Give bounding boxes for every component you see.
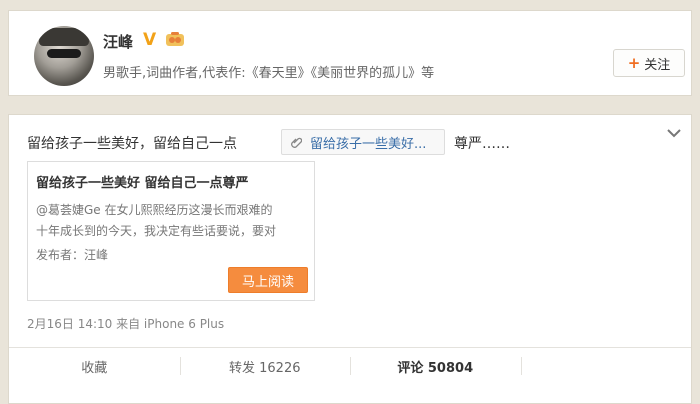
comment-button[interactable]: 评论 50804 xyxy=(350,348,521,384)
post-meta: 2月16日 14:10 来自 iPhone 6 Plus xyxy=(27,317,225,331)
article-link[interactable]: 留给孩子一些美好... xyxy=(281,129,445,155)
read-now-button[interactable]: 马上阅读 xyxy=(228,267,308,293)
follow-button[interactable]: + 关注 xyxy=(613,49,685,77)
article-summary-line: 十年成长到的今天，我决定有些话要说，要对 xyxy=(36,224,277,238)
like-button[interactable] xyxy=(520,348,692,384)
repost-button[interactable]: 转发 16226 xyxy=(179,348,351,384)
profile-card: 汪峰 V 男歌手,词曲作者,代表作:《春天里》《美丽世界的孤儿》等 + 关注 xyxy=(8,10,692,96)
avatar-hair xyxy=(39,28,89,46)
article-publisher: 发布者：汪峰 xyxy=(36,248,109,262)
favorite-button[interactable]: 收藏 xyxy=(9,348,180,384)
article-summary-line: @葛荟婕Ge 在女儿熙熙经历这漫长而艰难的 xyxy=(36,203,273,217)
avatar[interactable] xyxy=(34,26,94,86)
profile-description: 男歌手,词曲作者,代表作:《春天里》《美丽世界的孤儿》等 xyxy=(103,66,435,81)
profile-name[interactable]: 汪峰 xyxy=(103,31,133,52)
follow-label: 关注 xyxy=(644,57,671,73)
chevron-down-icon[interactable] xyxy=(664,123,684,143)
link-clip-icon xyxy=(291,137,302,148)
article-title: 留给孩子一些美好 留给自己一点尊严 xyxy=(36,176,249,191)
club-badge-icon xyxy=(166,32,184,46)
post-text: 留给孩子一些美好，留给自己一点 xyxy=(27,136,237,152)
article-link-label: 留给孩子一些美好... xyxy=(310,136,427,152)
article-card[interactable]: 留给孩子一些美好 留给自己一点尊严 @葛荟婕Ge 在女儿熙熙经历这漫长而艰难的 … xyxy=(27,161,315,301)
verified-badge-icon: V xyxy=(143,30,157,50)
post-text-tail: 尊严…… xyxy=(454,136,510,152)
plus-icon: + xyxy=(627,54,641,72)
action-bar: 收藏 转发 16226 评论 50804 xyxy=(9,347,691,384)
post-card: 留给孩子一些美好，留给自己一点 留给孩子一些美好... 尊严…… 留给孩子一些美… xyxy=(8,114,692,404)
avatar-glasses xyxy=(47,49,81,58)
